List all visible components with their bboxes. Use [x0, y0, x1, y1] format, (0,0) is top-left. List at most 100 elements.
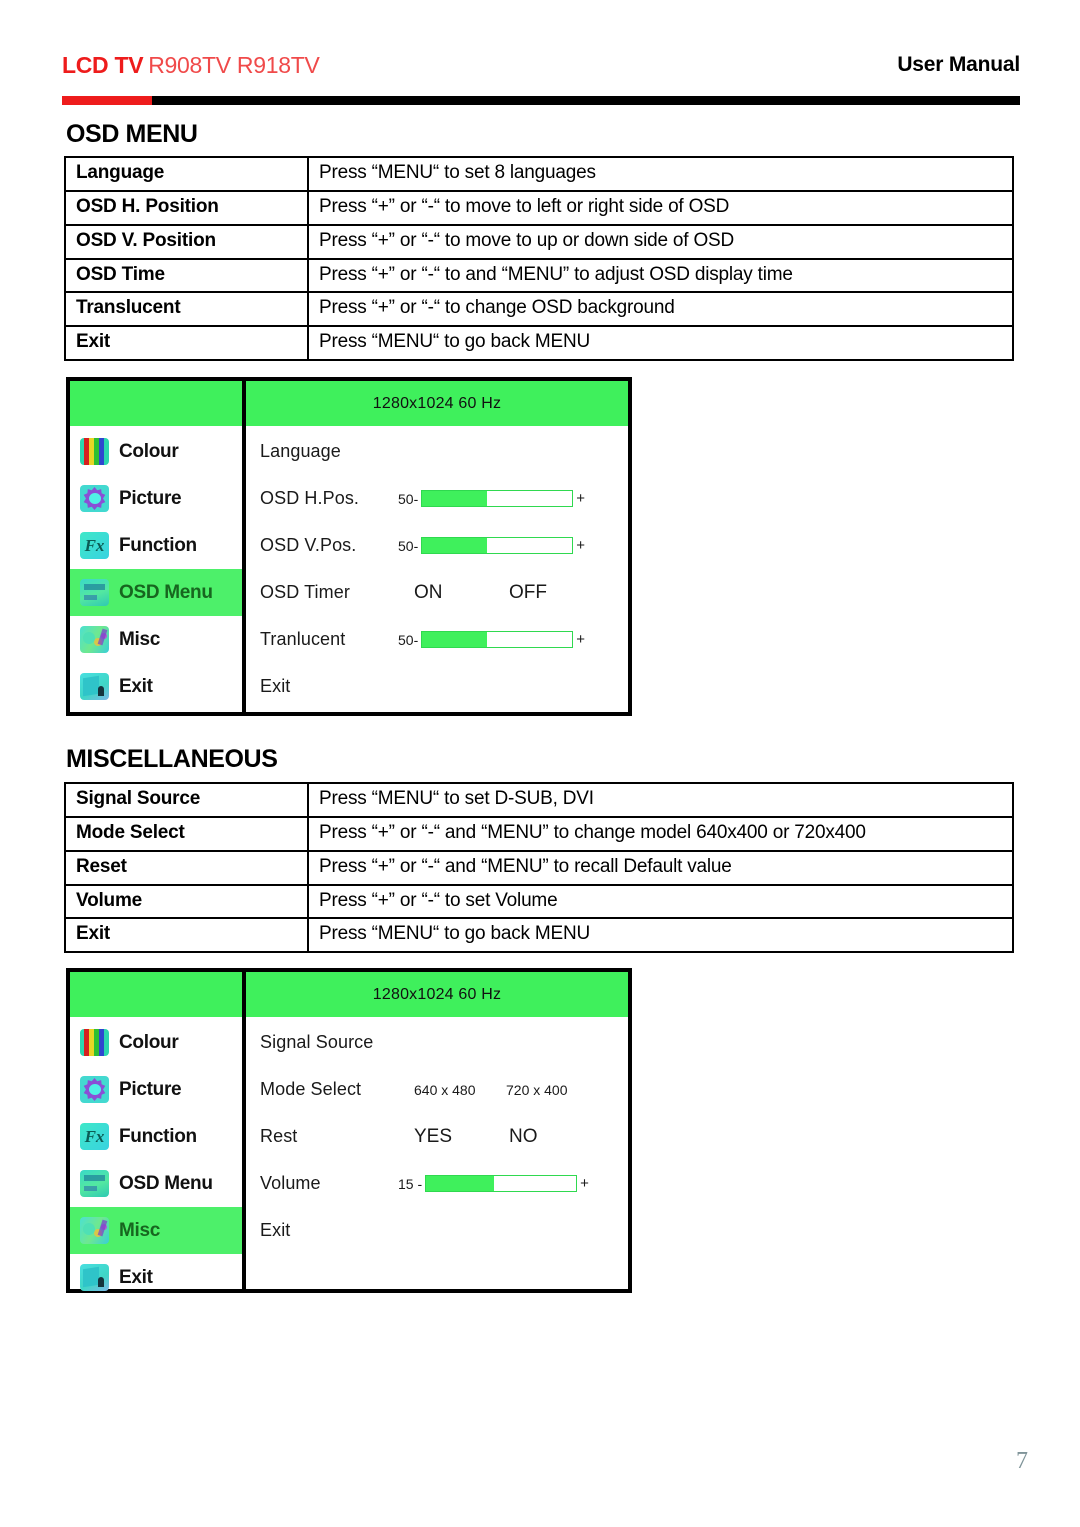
section-title-osd-menu: OSD MENU: [66, 120, 198, 148]
exit-icon: [80, 1264, 109, 1291]
osd-row-label: OSD V.Pos.: [260, 535, 357, 555]
option-no[interactable]: NO: [509, 1126, 538, 1148]
osd-row-osd-v-pos[interactable]: OSD V.Pos. 50- +: [246, 522, 628, 569]
function-icon: Fx: [80, 1123, 109, 1150]
slider-fill: [426, 1176, 494, 1191]
sidebar-item-function[interactable]: Fx Function: [70, 1113, 242, 1160]
slider-track[interactable]: [421, 537, 574, 554]
osd-timer-options[interactable]: ON OFF: [414, 582, 604, 604]
slider-value: 50-: [398, 631, 419, 648]
slider-track[interactable]: [421, 490, 574, 507]
sidebar-item-osd-menu[interactable]: OSD Menu: [70, 569, 242, 616]
slider-plus-label: +: [576, 490, 585, 507]
osd-sidebar: Colour Picture Fx Function OSD Menu Misc…: [70, 381, 242, 712]
sidebar-item-misc[interactable]: Misc: [70, 1207, 242, 1254]
sidebar-item-label: Exit: [119, 675, 153, 697]
osd-row-osd-timer[interactable]: OSD Timer ON OFF: [246, 569, 628, 616]
slider-plus-label: +: [580, 1175, 589, 1192]
osd-row-exit[interactable]: Exit: [246, 663, 628, 710]
sidebar-item-exit[interactable]: Exit: [70, 663, 242, 710]
osd-row-volume[interactable]: Volume 15 - +: [246, 1160, 628, 1207]
mode-select-options[interactable]: 640 x 480 720 x 400: [414, 1082, 604, 1098]
table-row: Exit Press “MENU“ to go back MENU: [64, 917, 1014, 954]
sidebar-item-function[interactable]: Fx Function: [70, 522, 242, 569]
table-row: OSD V. Position Press “+” or “-“ to move…: [64, 223, 1014, 260]
osd-sidebar-cap: [70, 972, 242, 1017]
osd-row-label: Volume: [260, 1173, 321, 1193]
option-720x400[interactable]: 720 x 400: [506, 1082, 568, 1098]
sidebar-item-label: Colour: [119, 1031, 179, 1053]
osd-row-language[interactable]: Language: [246, 428, 628, 475]
reset-options[interactable]: YES NO: [414, 1126, 604, 1148]
osd-row-exit[interactable]: Exit: [246, 1207, 628, 1254]
sidebar-item-exit[interactable]: Exit: [70, 1254, 242, 1301]
row-description: Press “+” or “-“ and “MENU” to change mo…: [307, 815, 1014, 852]
option-off[interactable]: OFF: [509, 582, 547, 604]
slider-plus-label: +: [576, 537, 585, 554]
option-640x480[interactable]: 640 x 480: [414, 1082, 506, 1098]
table-row: Volume Press “+” or “-“ to set Volume: [64, 883, 1014, 920]
table-row: OSD H. Position Press “+” or “-“ to move…: [64, 189, 1014, 226]
page-number: 7: [1016, 1448, 1028, 1474]
sidebar-item-colour[interactable]: Colour: [70, 1019, 242, 1066]
row-label: Volume: [64, 883, 309, 920]
sidebar-item-colour[interactable]: Colour: [70, 428, 242, 475]
sidebar-item-label: Function: [119, 534, 197, 556]
table-row: Signal Source Press “MENU“ to set D-SUB,…: [64, 782, 1014, 818]
table-row: OSD Time Press “+” or “-“ to and “MENU” …: [64, 257, 1014, 294]
page-header: LCD TV R908TV R918TV User Manual: [62, 52, 1020, 96]
table-row: Language Press “MENU“ to set 8 languages: [64, 156, 1014, 192]
osd-row-mode-select[interactable]: Mode Select 640 x 480 720 x 400: [246, 1066, 628, 1113]
sidebar-item-osd-menu[interactable]: OSD Menu: [70, 1160, 242, 1207]
row-label: Exit: [64, 325, 309, 362]
osd-resolution-bar: 1280x1024 60 Hz: [246, 972, 628, 1017]
row-label: Exit: [64, 917, 309, 954]
osd-row-translucent[interactable]: Tranlucent 50- +: [246, 616, 628, 663]
spec-table-miscellaneous: Signal Source Press “MENU“ to set D-SUB,…: [64, 782, 1014, 954]
row-label: Mode Select: [64, 815, 309, 852]
colour-icon: [80, 438, 109, 465]
osd-h-pos-slider[interactable]: 50- +: [398, 490, 585, 507]
slider-value: 15 -: [398, 1175, 423, 1192]
osd-row-osd-h-pos[interactable]: OSD H.Pos. 50- +: [246, 475, 628, 522]
option-on[interactable]: ON: [414, 582, 509, 604]
row-description: Press “+” or “-“ and “MENU” to recall De…: [307, 849, 1014, 886]
osd-row-reset[interactable]: Rest YES NO: [246, 1113, 628, 1160]
osd-sidebar-cap: [70, 381, 242, 426]
row-description: Press “MENU“ to go back MENU: [307, 917, 1014, 954]
option-yes[interactable]: YES: [414, 1126, 509, 1148]
slider-value: 50-: [398, 490, 419, 507]
osd-content-panel: 1280x1024 60 Hz Signal Source Mode Selec…: [246, 972, 628, 1289]
row-description: Press “+” or “-“ to change OSD backgroun…: [307, 291, 1014, 328]
sidebar-item-label: Exit: [119, 1266, 153, 1288]
osd-screen-misc: Colour Picture Fx Function OSD Menu Misc…: [66, 968, 632, 1293]
osd-row-label: OSD H.Pos.: [260, 488, 360, 508]
exit-icon: [80, 673, 109, 700]
manual-title: LCD TV R908TV R918TV: [62, 52, 320, 79]
table-row: Mode Select Press “+” or “-“ and “MENU” …: [64, 815, 1014, 852]
slider-track[interactable]: [421, 631, 574, 648]
slider-value: 50-: [398, 537, 419, 554]
sidebar-item-label: OSD Menu: [119, 1172, 213, 1194]
row-description: Press “+” or “-“ to and “MENU” to adjust…: [307, 257, 1014, 294]
sidebar-item-picture[interactable]: Picture: [70, 475, 242, 522]
misc-icon: [80, 626, 109, 653]
table-row: Translucent Press “+” or “-“ to change O…: [64, 291, 1014, 328]
function-icon: Fx: [80, 532, 109, 559]
slider-track[interactable]: [425, 1175, 578, 1192]
sidebar-item-label: Picture: [119, 487, 182, 509]
osd-menu-icon: [80, 1170, 109, 1197]
colour-icon: [80, 1029, 109, 1056]
osd-menu-icon: [80, 579, 109, 606]
sidebar-item-picture[interactable]: Picture: [70, 1066, 242, 1113]
sidebar-item-misc[interactable]: Misc: [70, 616, 242, 663]
volume-slider[interactable]: 15 - +: [398, 1175, 589, 1192]
table-row: Reset Press “+” or “-“ and “MENU” to rec…: [64, 849, 1014, 886]
translucent-slider[interactable]: 50- +: [398, 631, 585, 648]
brand-label: LCD TV: [62, 52, 144, 78]
osd-v-pos-slider[interactable]: 50- +: [398, 537, 585, 554]
row-label: Reset: [64, 849, 309, 886]
osd-row-signal-source[interactable]: Signal Source: [246, 1019, 628, 1066]
osd-row-label: Mode Select: [260, 1079, 362, 1099]
slider-fill: [422, 491, 487, 506]
